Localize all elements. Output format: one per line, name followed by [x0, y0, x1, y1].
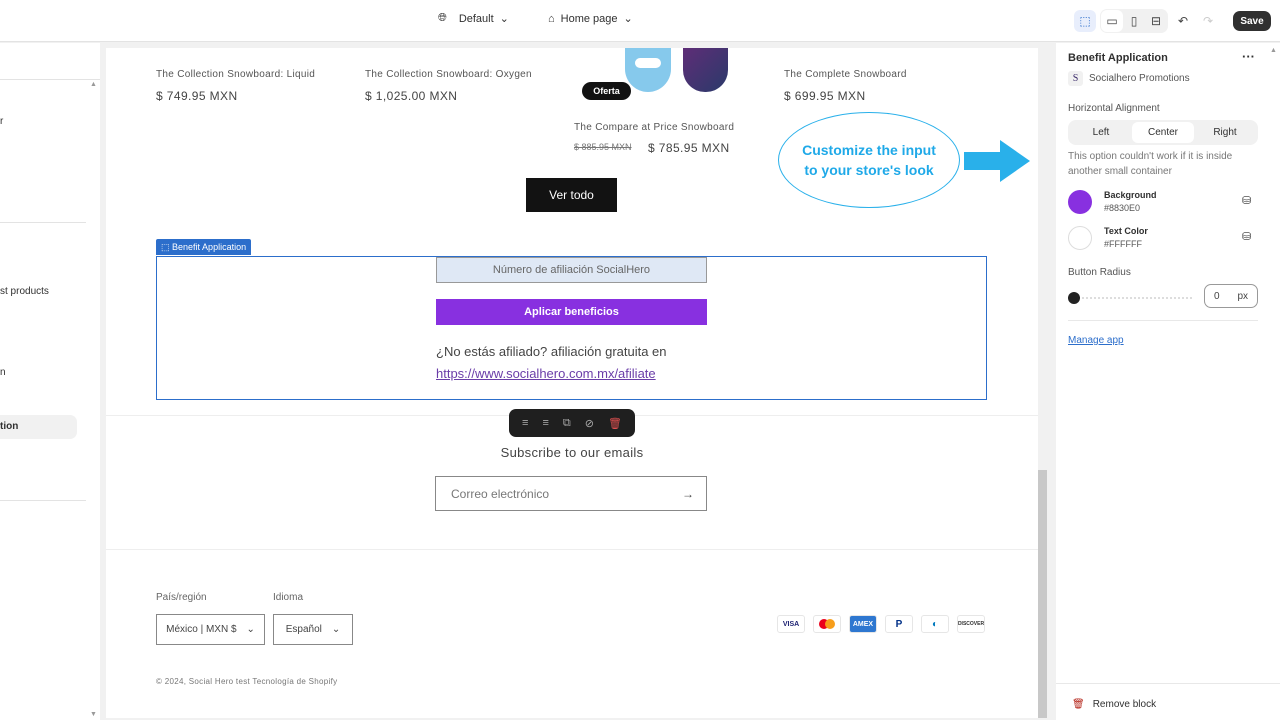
chevron-down-icon: ⌄ [623, 13, 633, 25]
sale-badge: Oferta [582, 82, 631, 100]
move-up-icon[interactable]: ≡ [522, 417, 528, 429]
product-image[interactable] [625, 48, 671, 92]
scroll-down-icon[interactable]: ▼ [90, 711, 97, 718]
text-color-label: Text Color [1104, 226, 1148, 236]
alignment-segmented-control: Left Center Right [1068, 120, 1258, 145]
redo-button[interactable]: ↷ [1197, 10, 1219, 32]
trash-icon[interactable]: 🗑︎ [608, 417, 622, 430]
diners-icon: ◐ [921, 615, 949, 633]
trash-icon: 🗑︎ [1072, 699, 1085, 710]
paypal-icon: P [885, 615, 913, 633]
country-select[interactable]: México | MXN $ ⌄ [156, 614, 265, 645]
scroll-up-icon[interactable]: ▲ [90, 81, 97, 88]
preview-scrollbar[interactable] [1038, 470, 1047, 718]
store-preview: The Collection Snowboard: Liquid $ 749.9… [106, 48, 1038, 718]
product-price: $ 699.95 MXN [784, 89, 866, 103]
section-item[interactable]: r [0, 116, 3, 127]
email-input[interactable]: Correo electrónico → [435, 476, 707, 511]
app-name: Socialhero Promotions [1089, 73, 1190, 84]
affiliate-link[interactable]: https://www.socialhero.com.mx/afiliate [436, 366, 656, 381]
language-select[interactable]: Español ⌄ [273, 614, 353, 645]
block-tag[interactable]: ⬚ Benefit Application [156, 239, 252, 255]
arrow-right-icon[interactable]: → [682, 487, 694, 501]
block-icon: ⬚ [161, 242, 170, 252]
alignment-label: Horizontal Alignment [1068, 103, 1160, 114]
background-value: #8830E0 [1104, 203, 1141, 213]
align-center-option[interactable]: Center [1132, 122, 1194, 143]
app-logo: S [1068, 71, 1083, 86]
product-title[interactable]: The Compare at Price Snowboard [574, 122, 734, 133]
fullwidth-view-button[interactable]: ⊟ [1145, 10, 1167, 32]
mobile-view-button[interactable]: ▯ [1123, 10, 1145, 32]
visa-icon: VISA [777, 615, 805, 633]
radius-input[interactable]: 0 px [1204, 284, 1258, 308]
chevron-down-icon: ⌄ [331, 624, 341, 635]
text-color-value: #FFFFFF [1104, 239, 1142, 249]
product-title[interactable]: The Collection Snowboard: Oxygen [365, 69, 532, 80]
database-icon[interactable]: ⛁ [1242, 230, 1251, 243]
product-price: $ 785.95 MXN [648, 141, 730, 155]
select-cursor-icon: ⬚ [1079, 14, 1091, 28]
radius-label: Button Radius [1068, 267, 1131, 278]
product-price: $ 749.95 MXN [156, 89, 238, 103]
discover-icon: DISCOVER [957, 615, 985, 633]
mobile-icon: ▯ [1130, 14, 1138, 28]
home-icon: ⌂ [548, 12, 555, 25]
top-bar: 🌐︎ Default ⌄ ⌂ Home page ⌄ ⬚ ▭ ▯ ⊟ ↶ ↷ S… [0, 0, 1280, 42]
save-button[interactable]: Save [1233, 11, 1271, 31]
theme-selector[interactable]: 🌐︎ Default ⌄ [438, 12, 509, 25]
inspector-button[interactable]: ⬚ [1074, 10, 1096, 32]
background-color-swatch[interactable] [1068, 190, 1092, 214]
affiliate-number-input[interactable]: Número de afiliación SocialHero [436, 257, 707, 283]
subscribe-title: Subscribe to our emails [500, 445, 644, 460]
fullscreen-icon: ⊟ [1150, 14, 1162, 28]
product-old-price: $ 885.95 MXN [574, 142, 632, 152]
move-down-icon[interactable]: ≡ [542, 417, 548, 429]
desktop-view-button[interactable]: ▭ [1101, 10, 1123, 32]
apply-benefits-button[interactable]: Aplicar beneficios [436, 299, 707, 325]
duplicate-icon[interactable]: ⧉ [563, 417, 571, 430]
copyright: © 2024, Social Hero test Tecnología de S… [156, 677, 338, 686]
remove-block-button[interactable]: 🗑︎ Remove block [1072, 699, 1156, 710]
radius-slider-handle[interactable] [1068, 292, 1080, 304]
database-icon[interactable]: ⛁ [1242, 194, 1251, 207]
language-label: Idioma [273, 592, 304, 603]
undo-icon: ↶ [1177, 14, 1189, 28]
desktop-icon: ▭ [1106, 14, 1118, 28]
undo-button[interactable]: ↶ [1172, 10, 1194, 32]
arrow-right-icon [964, 140, 1030, 182]
mastercard-icon [813, 615, 841, 633]
alignment-note: This option couldn't work if it is insid… [1068, 151, 1233, 177]
product-title[interactable]: The Complete Snowboard [784, 69, 907, 80]
manage-app-link[interactable]: Manage app [1068, 335, 1124, 346]
block-toolbar: ≡ ≡ ⧉ ⊘ 🗑︎ [509, 409, 635, 437]
align-right-option[interactable]: Right [1194, 122, 1256, 143]
redo-icon: ↷ [1202, 14, 1214, 28]
product-price: $ 1,025.00 MXN [365, 89, 458, 103]
section-item[interactable]: st products [0, 286, 49, 297]
affiliate-prompt: ¿No estás afiliado? afiliación gratuita … [436, 344, 667, 359]
amex-icon: AMEX [849, 615, 877, 633]
settings-panel: Benefit Application ··· S Socialhero Pro… [1056, 43, 1280, 720]
section-item[interactable]: n [0, 367, 6, 378]
chevron-down-icon: ⌄ [499, 13, 509, 25]
callout-bubble: Customize the input to your store's look [778, 112, 960, 208]
sections-panel: r st products n tion ▲ ▼ [0, 43, 100, 720]
page-selector[interactable]: ⌂ Home page ⌄ [548, 12, 633, 26]
hide-icon[interactable]: ⊘ [585, 417, 594, 430]
text-color-swatch[interactable] [1068, 226, 1092, 250]
payment-icons: VISA AMEX P ◐ DISCOVER [777, 615, 985, 633]
product-title[interactable]: The Collection Snowboard: Liquid [156, 69, 315, 80]
align-left-option[interactable]: Left [1070, 122, 1132, 143]
scroll-up-icon[interactable]: ▲ [1270, 47, 1277, 54]
view-all-button[interactable]: Ver todo [526, 178, 617, 212]
globe-icon: 🌐︎ [438, 12, 447, 24]
background-label: Background [1104, 190, 1157, 200]
chevron-down-icon: ⌄ [246, 624, 255, 635]
country-label: País/región [156, 592, 207, 603]
product-image[interactable] [683, 48, 728, 92]
section-item-selected[interactable]: tion [0, 415, 77, 439]
more-options-icon[interactable]: ··· [1242, 49, 1255, 64]
block-title: Benefit Application [1068, 52, 1168, 64]
